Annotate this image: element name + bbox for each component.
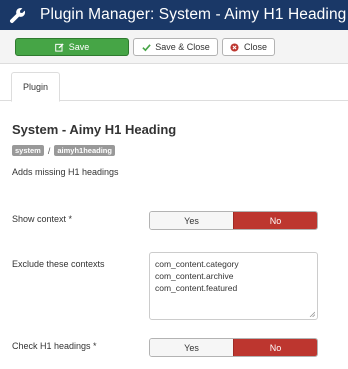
exclude-contexts-label: Exclude these contexts [12, 259, 105, 269]
checkmark-icon [141, 42, 151, 52]
save-button[interactable]: Save [15, 38, 129, 56]
show-context-no-button[interactable]: No [233, 212, 317, 229]
page-title: Plugin Manager: System - Aimy H1 Heading [40, 6, 347, 23]
save-label: Save [68, 42, 90, 52]
context-line: com_content.featured [155, 283, 238, 293]
close-label: Close [243, 42, 267, 52]
header-bar: Plugin Manager: System - Aimy H1 Heading [0, 0, 348, 30]
show-context-toggle: Yes No [149, 211, 318, 230]
resize-handle-icon[interactable] [309, 311, 315, 317]
close-button[interactable]: Close [222, 38, 275, 56]
show-context-yes-button[interactable]: Yes [150, 212, 233, 229]
save-close-button[interactable]: Save & Close [133, 38, 218, 56]
context-line: com_content.archive [155, 271, 234, 281]
edit-icon [55, 42, 65, 52]
tab-plugin[interactable]: Plugin [11, 72, 60, 102]
badge-separator: / [47, 145, 51, 156]
cancel-icon [230, 42, 240, 52]
check-h1-label: Check H1 headings * [12, 341, 97, 351]
plugin-description: Adds missing H1 headings [12, 167, 119, 177]
element-badge: aimyh1heading [54, 145, 115, 156]
toolbar: Save Save & Close Close [0, 30, 348, 64]
check-h1-no-button[interactable]: No [233, 339, 317, 356]
wrench-icon [4, 0, 30, 30]
plugin-title: System - Aimy H1 Heading [12, 122, 177, 137]
context-line: com_content.category [155, 259, 239, 269]
exclude-contexts-textarea[interactable]: com_content.category com_content.archive… [149, 252, 318, 320]
save-close-label: Save & Close [155, 42, 210, 52]
check-h1-toggle: Yes No [149, 338, 318, 357]
tab-bar: Plugin [0, 64, 348, 102]
show-context-label: Show context * [12, 214, 73, 224]
plugin-badges: system / aimyh1heading [12, 145, 115, 156]
group-badge: system [12, 145, 44, 156]
check-h1-yes-button[interactable]: Yes [150, 339, 233, 356]
